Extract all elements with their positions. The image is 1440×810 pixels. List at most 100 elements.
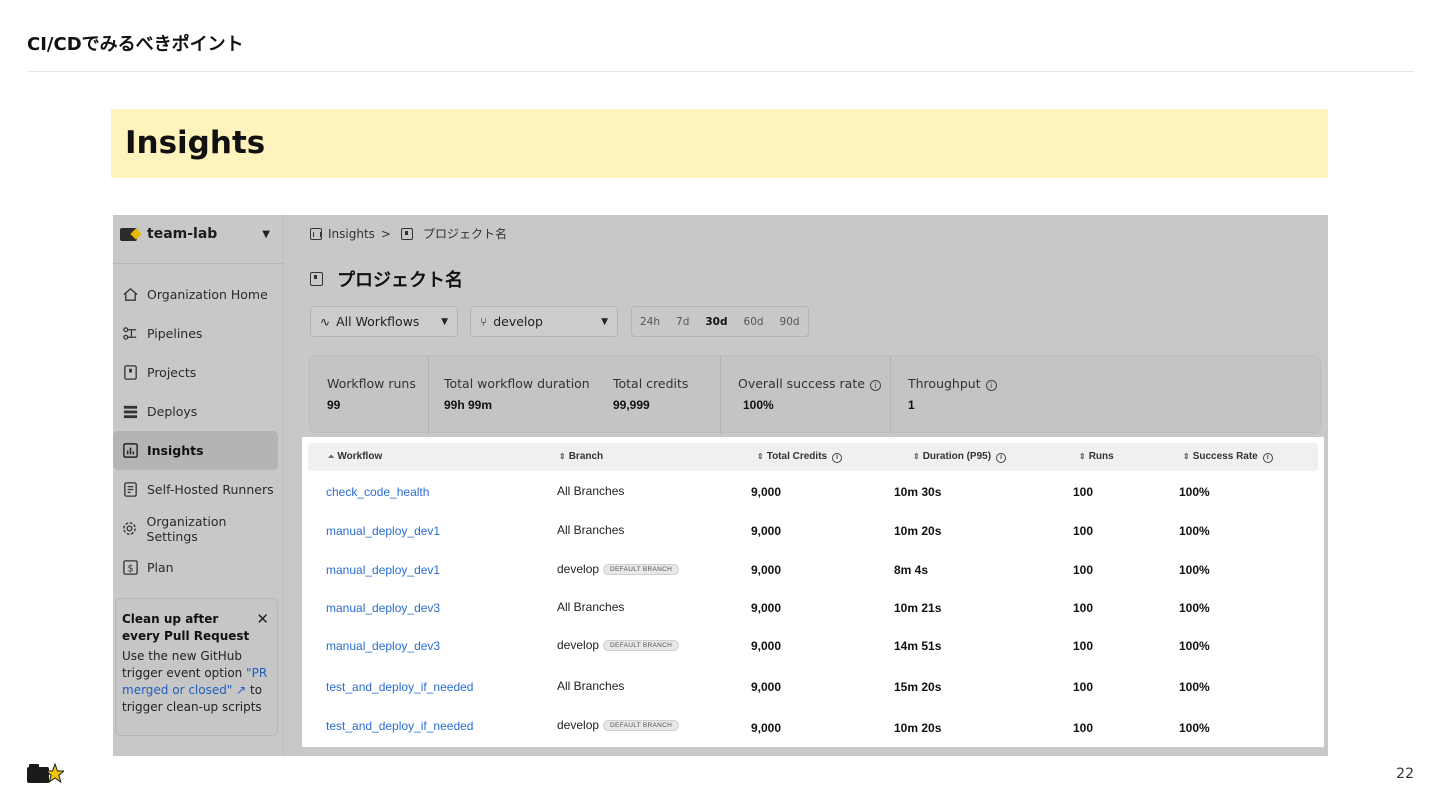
- branch-filter-dropdown[interactable]: ⑂ develop ▼: [470, 306, 618, 337]
- sidebar-item-deploys[interactable]: Deploys: [113, 392, 278, 431]
- column-header-duration[interactable]: ⇕ Duration (P95) i: [913, 451, 1007, 463]
- table-row[interactable]: manual_deploy_dev3 develop DEFAULT BRANCH…: [302, 627, 1324, 665]
- range-30d[interactable]: 30d: [697, 316, 735, 328]
- branch-name: All Branches: [557, 600, 625, 614]
- home-icon: [121, 286, 139, 304]
- sidebar-item-insights[interactable]: Insights: [113, 431, 278, 470]
- branch-cell: All Branches: [557, 484, 624, 498]
- stat-label-text: Overall success rate: [738, 376, 865, 391]
- breadcrumb-project[interactable]: プロジェクト名: [423, 225, 507, 242]
- workflow-icon: ∿: [320, 314, 331, 329]
- pipelines-icon: [121, 325, 139, 343]
- column-header-runs[interactable]: ⇕ Runs: [1079, 451, 1114, 462]
- range-7d[interactable]: 7d: [668, 316, 697, 328]
- sidebar-item-plan[interactable]: $ Plan: [113, 548, 278, 587]
- column-label: Success Rate: [1192, 451, 1258, 462]
- chevron-down-icon: ▼: [441, 316, 448, 327]
- sidebar-item-label: Plan: [147, 560, 174, 575]
- table-row[interactable]: test_and_deploy_if_needed All Branches 9…: [302, 668, 1324, 706]
- project-icon: [310, 272, 323, 286]
- sidebar-nav: Organization Home Pipelines Projects Dep…: [113, 275, 284, 587]
- sort-icon: ⇕: [757, 452, 764, 461]
- runs-cell: 100: [1073, 563, 1094, 577]
- promo-body: Use the new GitHub trigger event option …: [122, 648, 271, 716]
- sidebar-item-pipelines[interactable]: Pipelines: [113, 314, 278, 353]
- table-row[interactable]: manual_deploy_dev1 All Branches 9,000 10…: [302, 512, 1324, 550]
- sidebar-item-label: Organization Settings: [146, 513, 227, 544]
- column-header-total-credits[interactable]: ⇕ Total Credits i: [757, 451, 843, 463]
- table-row[interactable]: manual_deploy_dev1 develop DEFAULT BRANCH…: [302, 551, 1324, 589]
- sidebar-item-label: Projects: [147, 365, 197, 380]
- info-icon[interactable]: i: [832, 453, 843, 463]
- workflow-link[interactable]: check_code_health: [326, 485, 429, 499]
- org-logo-icon: [120, 227, 137, 241]
- range-60d[interactable]: 60d: [736, 316, 772, 328]
- stat-label: Total credits: [613, 376, 689, 391]
- promo-card: Clean up after every Pull Request ✕ Use …: [115, 598, 278, 736]
- org-switcher[interactable]: team-lab ▼: [120, 223, 270, 245]
- column-label: Runs: [1088, 451, 1114, 462]
- info-icon[interactable]: i: [869, 380, 881, 391]
- duration-cell: 15m 20s: [894, 680, 942, 694]
- sidebar-item-self-hosted-runners[interactable]: Self-Hosted Runners: [113, 470, 278, 509]
- column-header-success-rate[interactable]: ⇕ Success Rate i: [1183, 451, 1273, 463]
- duration-cell: 10m 20s: [894, 721, 942, 735]
- workflow-link[interactable]: test_and_deploy_if_needed: [326, 680, 473, 694]
- success-rate-cell: 100%: [1179, 639, 1210, 653]
- insights-icon: [310, 227, 322, 240]
- stat-overall-success-rate: Overall success rate i 100%: [720, 356, 881, 434]
- success-rate-cell: 100%: [1179, 563, 1210, 577]
- workflow-filter-value: All Workflows: [336, 314, 420, 329]
- close-icon[interactable]: ✕: [256, 611, 269, 628]
- table-row[interactable]: check_code_health All Branches 9,000 10m…: [302, 473, 1324, 511]
- runs-cell: 100: [1073, 721, 1094, 735]
- branch-cell: All Branches: [557, 523, 624, 537]
- stat-total-credits: Total credits 99,999: [613, 356, 688, 434]
- branch-name: develop: [557, 638, 600, 652]
- stat-label: Workflow runs: [327, 376, 416, 391]
- duration-cell: 10m 20s: [894, 524, 942, 538]
- column-header-branch[interactable]: ⇕ Branch: [559, 451, 603, 462]
- branch-cell: All Branches: [557, 600, 624, 614]
- sidebar-item-label: Self-Hosted Runners: [147, 482, 274, 497]
- column-label: Branch: [568, 451, 604, 462]
- runners-icon: [121, 481, 139, 499]
- table-header: ⏶ Workflow ⇕ Branch ⇕ Total Credits i ⇕ Durat…: [308, 443, 1318, 471]
- page-title: プロジェクト名: [310, 266, 463, 292]
- default-branch-badge: DEFAULT BRANCH: [603, 563, 680, 575]
- branch-cell: develop DEFAULT BRANCH: [557, 562, 680, 576]
- sort-icon: ⇕: [1079, 452, 1086, 461]
- range-24h[interactable]: 24h: [632, 316, 668, 328]
- column-header-workflow[interactable]: ⏶ Workflow: [328, 451, 382, 462]
- info-icon[interactable]: i: [996, 453, 1007, 463]
- gear-icon: [121, 520, 139, 538]
- breadcrumb-insights[interactable]: Insights: [328, 227, 375, 241]
- default-branch-badge: DEFAULT BRANCH: [603, 639, 680, 651]
- table-row[interactable]: manual_deploy_dev3 All Branches 9,000 10…: [302, 589, 1324, 627]
- credits-cell: 9,000: [751, 524, 782, 538]
- workflow-link[interactable]: manual_deploy_dev1: [326, 563, 440, 577]
- duration-cell: 10m 30s: [894, 485, 942, 499]
- success-rate-cell: 100%: [1179, 601, 1210, 615]
- credits-cell: 9,000: [751, 639, 782, 653]
- branch-icon: ⑂: [480, 314, 488, 329]
- workflow-filter-dropdown[interactable]: ∿ All Workflows ▼: [310, 306, 458, 337]
- stat-value: 99h 99m: [444, 398, 493, 412]
- stat-total-workflow-duration: Total workflow duration 99h 99m: [428, 356, 590, 434]
- duration-cell: 14m 51s: [894, 639, 942, 653]
- table-row[interactable]: test_and_deploy_if_needed develop DEFAULT…: [302, 707, 1324, 745]
- info-icon[interactable]: i: [985, 380, 997, 391]
- branch-name: All Branches: [557, 484, 625, 498]
- info-icon[interactable]: i: [1262, 453, 1273, 463]
- stat-value: 1: [908, 398, 915, 412]
- sidebar-item-organization-settings[interactable]: Organization Settings: [113, 509, 278, 548]
- range-90d[interactable]: 90d: [772, 316, 808, 328]
- time-range-selector: 24h 7d 30d 60d 90d: [631, 306, 809, 337]
- workflow-link[interactable]: test_and_deploy_if_needed: [326, 719, 473, 733]
- sidebar-item-projects[interactable]: Projects: [113, 353, 278, 392]
- workflow-link[interactable]: manual_deploy_dev3: [326, 601, 440, 615]
- workflow-link[interactable]: manual_deploy_dev3: [326, 639, 440, 653]
- credits-cell: 9,000: [751, 601, 782, 615]
- workflow-link[interactable]: manual_deploy_dev1: [326, 524, 440, 538]
- sidebar-item-organization-home[interactable]: Organization Home: [113, 275, 278, 314]
